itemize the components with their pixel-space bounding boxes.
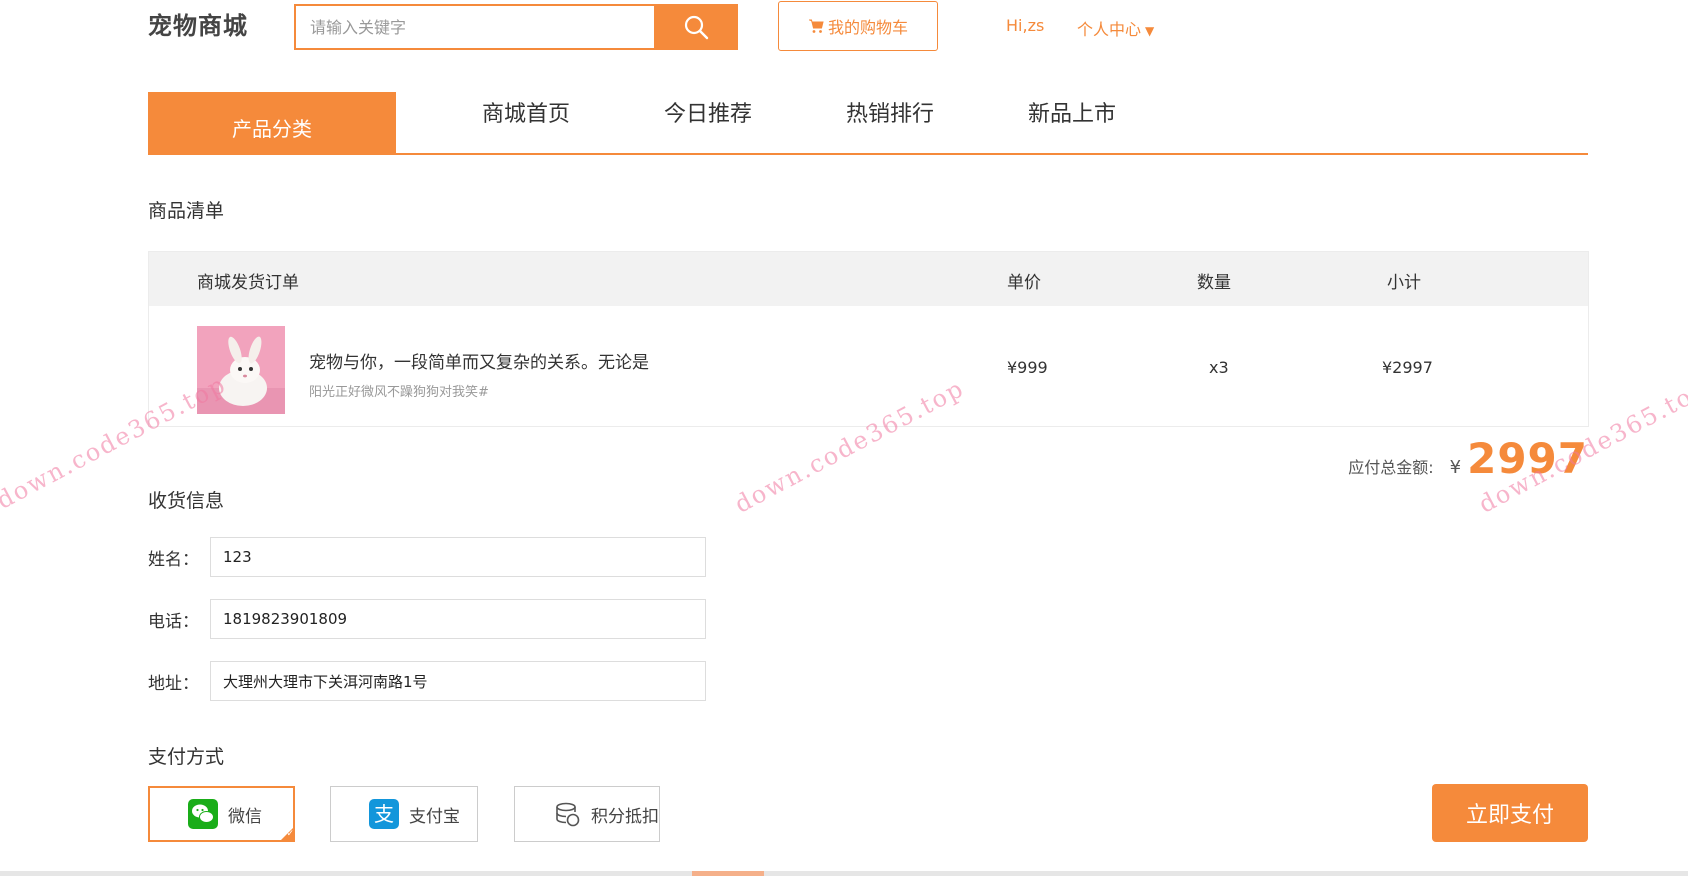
name-label: 姓名： [148,549,199,570]
total-currency: ¥ [1449,457,1462,478]
pay-option-alipay-label: 支付宝 [409,806,460,827]
order-table: 商城发货订单 单价 数量 小计 宠物与你，一段简单而又复杂的关系。无论是 阳光正… [148,251,1589,427]
search-icon [684,15,709,40]
table-row: 宠物与你，一段简单而又复杂的关系。无论是 阳光正好微风不躁狗狗对我笑# ¥999… [149,306,1588,428]
cart-icon [808,19,824,33]
pay-option-points[interactable]: 积分抵扣 [514,786,660,842]
name-field[interactable] [210,537,706,577]
alipay-icon: 支 [369,799,399,829]
pay-option-alipay[interactable]: 支 支付宝 [330,786,478,842]
product-subtitle: 阳光正好微风不躁狗狗对我笑# [309,385,489,400]
order-section-title: 商品清单 [148,200,225,222]
pay-now-button[interactable]: 立即支付 [1432,784,1588,842]
pay-option-wechat[interactable]: 微信 [148,786,295,842]
col-price: 单价 [1007,273,1041,293]
col-qty: 数量 [1197,273,1231,293]
phone-row: 电话： [148,599,706,639]
total-label: 应付总金额: [1348,458,1434,477]
coins-icon [556,802,580,827]
pay-option-wechat-label: 微信 [228,806,262,827]
col-subtotal: 小计 [1387,273,1421,293]
phone-label: 电话： [148,611,199,632]
nav-item-new[interactable]: 新品上市 [1028,96,1116,128]
user-center-menu[interactable]: 个人中心 ▼ [1077,16,1154,40]
product-qty: x3 [1209,358,1229,377]
address-label: 地址： [148,673,199,694]
bottom-divider [0,871,1688,876]
nav-category-button[interactable]: 产品分类 [148,92,396,153]
nav-item-recommend[interactable]: 今日推荐 [664,96,752,128]
wechat-icon [188,799,218,829]
payment-section-title: 支付方式 [148,746,225,768]
search-bar [294,4,738,50]
shipping-section-title: 收货信息 [148,490,225,512]
phone-field[interactable] [210,599,706,639]
cart-button[interactable]: 我的购物车 [778,1,938,51]
product-subtotal: ¥2997 [1382,358,1433,377]
search-button[interactable] [654,4,738,50]
selected-check-icon [279,826,295,842]
main-nav: 产品分类 商城首页 今日推荐 热销排行 新品上市 [148,92,1588,155]
address-row: 地址： [148,661,706,701]
col-order: 商城发货订单 [197,273,299,293]
caret-down-icon: ▼ [1145,24,1155,38]
svg-text:支: 支 [374,802,394,826]
product-title[interactable]: 宠物与你，一段简单而又复杂的关系。无论是 [309,348,649,373]
bottom-accent [692,871,764,876]
nav-item-bestseller[interactable]: 热销排行 [846,96,934,128]
pay-option-points-label: 积分抵扣 [591,806,659,827]
user-center-label: 个人中心 [1077,20,1142,39]
site-logo[interactable]: 宠物商城 [148,6,248,41]
cart-label: 我的购物车 [827,18,908,37]
user-greeting: Hi,zs [1006,16,1045,35]
name-row: 姓名： [148,537,706,577]
nav-item-home[interactable]: 商城首页 [482,96,570,128]
order-table-header: 商城发货订单 单价 数量 小计 [149,252,1588,306]
address-field[interactable] [210,661,706,701]
product-price: ¥999 [1007,358,1048,377]
search-input[interactable] [294,4,654,50]
